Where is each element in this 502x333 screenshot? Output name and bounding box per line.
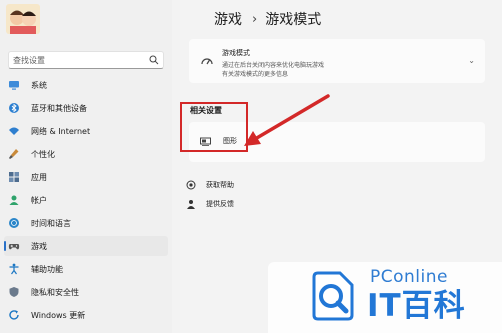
apps-icon <box>9 172 19 182</box>
sidebar-item-label: 游戏 <box>31 241 47 251</box>
gamepad-icon <box>8 244 20 250</box>
sidebar-item-label: 帐户 <box>31 195 47 205</box>
sidebar-item-gaming[interactable]: 游戏 <box>4 236 168 256</box>
search-icon[interactable] <box>149 55 159 65</box>
sidebar-item-accounts[interactable]: 帐户 <box>4 190 168 210</box>
search-input[interactable] <box>13 54 143 67</box>
accessibility-icon <box>9 263 19 275</box>
pconline-logo-icon <box>312 271 354 321</box>
game-mode-card[interactable]: 游戏模式 通过在后台关闭内容来优化电脑玩游戏 有关游戏模式的更多信息 ⌄ <box>189 39 485 83</box>
feedback-icon <box>187 200 195 209</box>
brush-icon <box>9 149 19 159</box>
sidebar-item-label: 应用 <box>31 172 47 182</box>
sidebar-item-label: 网络 & Internet <box>31 126 91 136</box>
breadcrumb-separator: › <box>252 11 258 27</box>
give-feedback-link[interactable]: 提供反馈 <box>186 199 234 209</box>
sidebar: 系统 蓝牙和其他设备 网络 & Internet 个性化 应用 帐户 时间和语言… <box>0 0 172 333</box>
globe-clock-icon <box>9 218 19 228</box>
watermark-brand: PConline <box>370 267 448 287</box>
breadcrumb-parent[interactable]: 游戏 <box>214 9 242 29</box>
sidebar-item-label: 隐私和安全性 <box>31 287 79 297</box>
sidebar-item-label: 蓝牙和其他设备 <box>31 103 87 113</box>
sidebar-item-bluetooth[interactable]: 蓝牙和其他设备 <box>4 98 168 118</box>
sidebar-item-apps[interactable]: 应用 <box>4 167 168 187</box>
annotation-arrow <box>244 94 330 146</box>
watermark: PConline IT百科 <box>268 262 502 333</box>
sidebar-item-accessibility[interactable]: 辅助功能 <box>4 259 168 279</box>
wifi-icon <box>9 127 19 135</box>
shield-icon <box>9 287 19 297</box>
sidebar-item-label: 个性化 <box>31 149 55 159</box>
sidebar-item-label: Windows 更新 <box>31 310 86 320</box>
sidebar-item-privacy[interactable]: 隐私和安全性 <box>4 282 168 302</box>
monitor-icon <box>9 81 19 90</box>
highlight-box <box>180 102 248 152</box>
person-icon <box>9 195 19 205</box>
sidebar-item-label: 系统 <box>31 80 47 90</box>
give-feedback-label[interactable]: 提供反馈 <box>206 199 234 209</box>
bluetooth-icon <box>9 103 19 113</box>
sidebar-item-system[interactable]: 系统 <box>4 75 168 95</box>
avatar[interactable] <box>6 4 40 34</box>
get-help-link[interactable]: 获取帮助 <box>186 180 234 190</box>
sidebar-item-label: 时间和语言 <box>31 218 71 228</box>
game-mode-description: 通过在后台关闭内容来优化电脑玩游戏 有关游戏模式的更多信息 <box>222 62 325 78</box>
speedometer-icon <box>201 58 213 65</box>
page-title: 游戏 › 游戏模式 <box>214 9 321 29</box>
sidebar-item-personalization[interactable]: 个性化 <box>4 144 168 164</box>
update-icon <box>9 310 19 320</box>
sidebar-item-network[interactable]: 网络 & Internet <box>4 121 168 141</box>
chevron-down-icon[interactable]: ⌄ <box>468 56 475 65</box>
game-mode-title: 游戏模式 <box>222 49 250 57</box>
sidebar-item-label: 辅助功能 <box>31 264 63 274</box>
get-help-label[interactable]: 获取帮助 <box>206 180 234 190</box>
active-indicator <box>4 241 6 251</box>
breadcrumb-current: 游戏模式 <box>265 12 322 28</box>
search-box[interactable] <box>8 51 164 69</box>
watermark-name: IT百科 <box>367 288 466 324</box>
sidebar-item-time-language[interactable]: 时间和语言 <box>4 213 168 233</box>
help-icon <box>186 180 196 190</box>
sidebar-item-windows-update[interactable]: Windows 更新 <box>4 305 168 325</box>
